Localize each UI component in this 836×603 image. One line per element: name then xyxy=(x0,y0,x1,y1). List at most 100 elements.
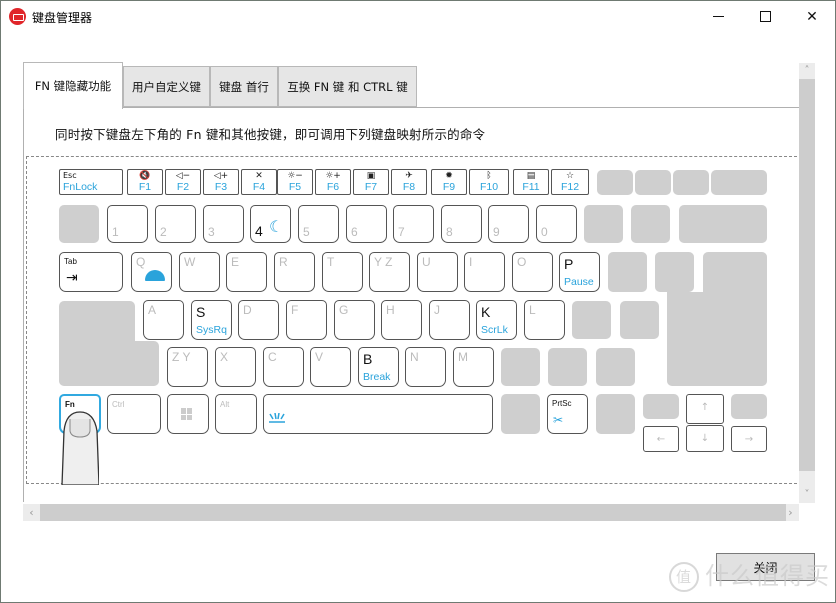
maximize-button[interactable] xyxy=(742,1,788,32)
ctrl-label: Ctrl xyxy=(112,400,125,409)
scroll-down-button[interactable]: ˅ xyxy=(799,487,815,503)
key-x: X xyxy=(215,347,256,387)
maximize-icon xyxy=(759,11,771,22)
fkey-label: F7 xyxy=(364,181,378,193)
key-o: O xyxy=(512,252,553,292)
key-i: I xyxy=(464,252,505,292)
key-label: C xyxy=(268,350,277,364)
key-placeholder xyxy=(608,252,647,292)
key-tab: Tab ⇥ xyxy=(59,252,123,292)
key-2: 2 xyxy=(155,205,196,243)
key-windows xyxy=(167,394,209,434)
key-label: 1 xyxy=(112,225,119,239)
key-label: M xyxy=(458,350,468,364)
key-f3: ◁+ F3 xyxy=(203,169,239,195)
key-label: Q xyxy=(136,255,146,269)
fkey-label: F2 xyxy=(176,181,190,193)
fkey-label: F8 xyxy=(402,181,416,193)
horizontal-scrollbar[interactable]: ‹ › xyxy=(23,504,799,521)
key-label: 0 xyxy=(541,225,548,239)
key-label: 9 xyxy=(493,225,500,239)
fn-label: Fn xyxy=(65,400,75,409)
fkey-label: F5 xyxy=(288,181,302,193)
tab-keyboard-top-row[interactable]: 键盘 首行 xyxy=(210,66,278,107)
key-label: R xyxy=(279,255,288,269)
sleep-moon-icon: ☾ xyxy=(269,217,284,236)
key-label: 3 xyxy=(208,225,215,239)
key-label: P xyxy=(564,256,574,272)
key-placeholder xyxy=(584,205,623,243)
snipping-tool-icon: ✂ xyxy=(553,413,564,427)
arrow-left-icon: ← xyxy=(656,434,666,445)
key-placeholder xyxy=(548,348,587,386)
arrow-down-icon: ↓ xyxy=(700,433,710,444)
tab-swap-fn-ctrl[interactable]: 互换 FN 键 和 CTRL 键 xyxy=(278,66,417,107)
key-esc-fnlock: Esc FnLock xyxy=(59,169,123,195)
key-9: 9 xyxy=(488,205,529,243)
tab-fn-hidden-functions[interactable]: FN 键隐藏功能 xyxy=(23,62,123,109)
key-sublabel: Pause xyxy=(564,276,594,288)
fkey-label: F9 xyxy=(442,181,456,193)
esc-label: Esc xyxy=(63,171,77,180)
close-window-button[interactable]: ✕ xyxy=(789,1,835,32)
key-3: 3 xyxy=(203,205,244,243)
fkey-label: F11 xyxy=(522,181,540,193)
key-placeholder xyxy=(596,394,635,434)
key-placeholder xyxy=(501,394,540,434)
key-label: H xyxy=(386,303,395,317)
tab-user-defined-keys[interactable]: 用户自定义键 xyxy=(123,66,210,107)
scroll-up-button[interactable]: ˄ xyxy=(799,63,815,79)
key-f11: ▤ F11 xyxy=(513,169,549,195)
key-prtsc: PrtSc ✂ xyxy=(547,394,588,434)
minimize-icon xyxy=(712,16,724,17)
key-g: G xyxy=(334,300,375,340)
key-m: M xyxy=(453,347,494,387)
key-sublabel: Break xyxy=(363,371,391,383)
key-label: Z Y xyxy=(172,350,191,364)
key-label: B xyxy=(363,351,373,367)
key-t: T xyxy=(322,252,363,292)
key-shift-left xyxy=(59,341,159,386)
minimize-button[interactable] xyxy=(695,1,741,32)
key-label: T xyxy=(327,255,335,269)
key-f7: ▣ F7 xyxy=(353,169,389,195)
key-sublabel: ScrLk xyxy=(481,324,508,336)
key-placeholder xyxy=(673,170,709,195)
key-arrow-left: ← xyxy=(643,426,679,452)
key-f4: ✕ F4 xyxy=(241,169,277,195)
fkey-label: F10 xyxy=(479,181,499,193)
key-u: U xyxy=(417,252,458,292)
key-6: 6 xyxy=(346,205,387,243)
key-placeholder xyxy=(620,301,659,339)
key-enter-lower xyxy=(667,292,767,386)
key-f: F xyxy=(286,300,327,340)
key-label: W xyxy=(184,255,196,269)
key-f9: ✹ F9 xyxy=(431,169,467,195)
key-yz: Y Z xyxy=(369,252,410,292)
vertical-scroll-thumb[interactable] xyxy=(799,79,815,471)
scroll-left-button[interactable]: ‹ xyxy=(23,504,40,521)
key-f2: ◁− F2 xyxy=(165,169,201,195)
vertical-scrollbar[interactable]: ˄ ˅ xyxy=(799,63,815,503)
key-placeholder xyxy=(635,170,671,195)
close-button[interactable]: 关闭 xyxy=(716,553,815,581)
key-k: K ScrLk xyxy=(476,300,517,340)
keyboard-app-icon xyxy=(9,8,26,25)
key-label: I xyxy=(469,255,473,269)
key-7: 7 xyxy=(393,205,434,243)
key-h: H xyxy=(381,300,422,340)
key-label: Y Z xyxy=(374,255,393,269)
key-label: X xyxy=(220,350,229,364)
key-v: V xyxy=(310,347,351,387)
key-label: 2 xyxy=(160,225,167,239)
horizontal-scroll-thumb[interactable] xyxy=(40,504,786,521)
key-label: N xyxy=(410,350,419,364)
key-label: 7 xyxy=(398,225,405,239)
scroll-right-button[interactable]: › xyxy=(782,504,799,521)
arrow-right-icon: → xyxy=(744,434,754,445)
key-f10: ᛒ F10 xyxy=(469,169,509,195)
key-placeholder xyxy=(711,170,767,195)
key-4: 4 ☾ xyxy=(250,205,291,243)
key-f6: ☼+ F6 xyxy=(315,169,351,195)
key-1: 1 xyxy=(107,205,148,243)
